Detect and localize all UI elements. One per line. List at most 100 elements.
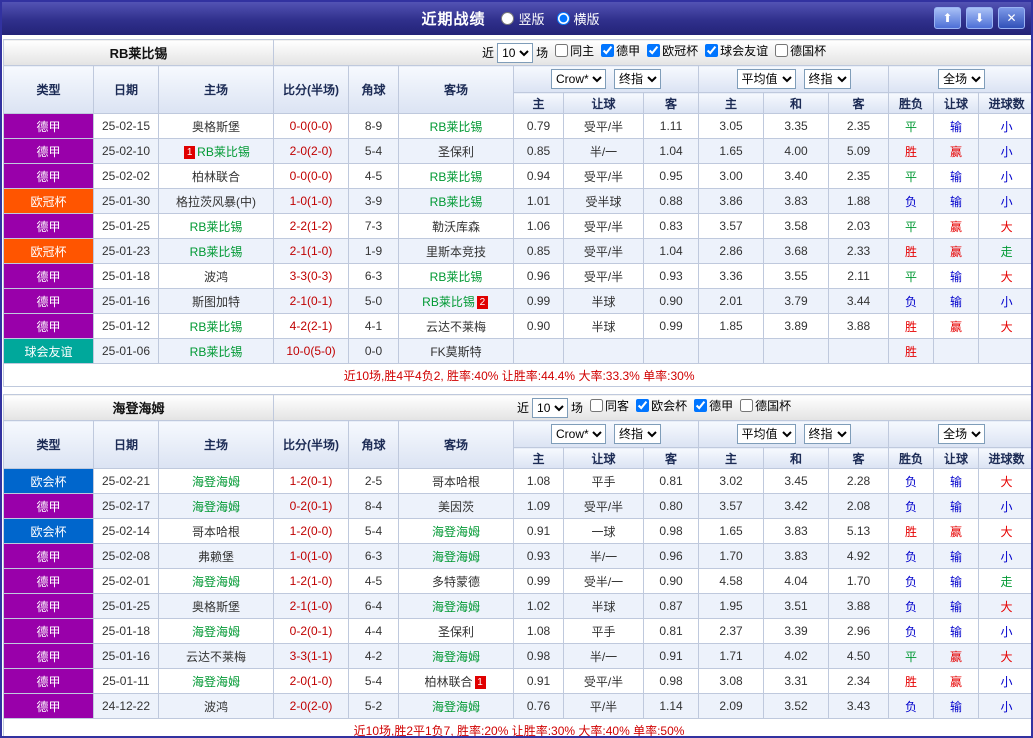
avg-home-odds: 1.70 <box>699 544 764 569</box>
filter-欧冠杯[interactable]: 欧冠杯 <box>647 42 698 59</box>
home-team: 海登海姆 <box>159 569 274 594</box>
handicap-home-odds: 0.91 <box>514 669 564 694</box>
filter-checkbox-德国杯[interactable] <box>740 399 753 412</box>
corners: 6-3 <box>349 544 399 569</box>
handicap-line: 一球 <box>564 519 644 544</box>
final-score: 2-0(2-0) <box>274 139 349 164</box>
match-date: 25-02-10 <box>94 139 159 164</box>
match-count-select[interactable]: 10 <box>497 43 533 63</box>
scroll-down-button[interactable]: ⬇ <box>966 7 993 29</box>
filter-checkbox-同主[interactable] <box>555 44 568 57</box>
avg-draw-odds: 3.83 <box>764 544 829 569</box>
layout-horizontal-option[interactable]: 横版 <box>557 9 600 28</box>
handicap-line: 半球 <box>564 289 644 314</box>
corners: 4-5 <box>349 164 399 189</box>
filter-欧会杯[interactable]: 欧会杯 <box>636 397 687 414</box>
scope-select[interactable]: 全场 <box>938 69 985 89</box>
average-select[interactable]: 平均值 <box>737 424 796 444</box>
titlebar: 近期战绩 竖版 横版 ⬆ ⬇ ✕ <box>2 2 1031 35</box>
match-date: 25-01-12 <box>94 314 159 339</box>
team-name-text: RB莱比锡 <box>422 295 475 309</box>
layout-vertical-option[interactable]: 竖版 <box>501 9 544 28</box>
filter-checkbox-欧会杯[interactable] <box>636 399 649 412</box>
match-row: 欧会杯25-02-14哥本哈根1-2(0-0)5-4海登海姆0.91一球0.98… <box>4 519 1033 544</box>
average-stage-select[interactable]: 终指 <box>804 69 851 89</box>
home-team: RB莱比锡 <box>159 214 274 239</box>
handicap-stage-select[interactable]: 终指 <box>614 424 661 444</box>
avg-away-odds <box>829 339 889 364</box>
filter-checkbox-德甲[interactable] <box>601 44 614 57</box>
win-draw-loss-result: 平 <box>889 214 934 239</box>
filter-德国杯[interactable]: 德国杯 <box>775 42 826 59</box>
avg-draw-odds: 3.89 <box>764 314 829 339</box>
team-name-text: RB莱比锡 <box>430 270 483 284</box>
handicap-away-odds: 0.83 <box>644 214 699 239</box>
corners: 4-1 <box>349 314 399 339</box>
filter-suffix: 场 <box>536 46 548 60</box>
vertical-layout-radio[interactable] <box>501 12 514 25</box>
average-odds-group: 平均值终指 <box>699 421 889 448</box>
handicap-result: 输 <box>934 544 979 569</box>
match-row: 德甲25-01-12RB莱比锡4-2(2-1)4-1云达不莱梅0.90半球0.9… <box>4 314 1033 339</box>
win-draw-loss-result: 负 <box>889 694 934 719</box>
corners: 4-5 <box>349 569 399 594</box>
corners: 0-0 <box>349 339 399 364</box>
close-button[interactable]: ✕ <box>998 7 1025 29</box>
handicap-away-odds: 1.04 <box>644 239 699 264</box>
avg-away-odds: 2.03 <box>829 214 889 239</box>
over-under-result: 走 <box>979 239 1033 264</box>
handicap-line: 半/一 <box>564 544 644 569</box>
filter-德甲[interactable]: 德甲 <box>601 42 640 59</box>
col-hcap-home: 主 <box>514 93 564 114</box>
filter-同客[interactable]: 同客 <box>590 397 629 414</box>
filter-checkbox-德国杯[interactable] <box>775 44 788 57</box>
average-select[interactable]: 平均值 <box>737 69 796 89</box>
league-filters: 同客欧会杯德甲德国杯 <box>583 401 791 415</box>
handicap-home-odds: 1.09 <box>514 494 564 519</box>
filter-德甲[interactable]: 德甲 <box>694 397 733 414</box>
avg-draw-odds: 4.02 <box>764 644 829 669</box>
away-team: RB莱比锡 <box>399 189 514 214</box>
filter-checkbox-球会友谊[interactable] <box>705 44 718 57</box>
team-name-text: 哥本哈根 <box>432 475 480 489</box>
horizontal-layout-radio[interactable] <box>557 12 570 25</box>
filter-checkbox-欧冠杯[interactable] <box>647 44 660 57</box>
filter-checkbox-德甲[interactable] <box>694 399 707 412</box>
match-rows: 欧会杯25-02-21海登海姆1-2(0-1)2-5哥本哈根1.08平手0.81… <box>4 469 1033 719</box>
final-score: 2-1(1-0) <box>274 594 349 619</box>
scroll-up-button[interactable]: ⬆ <box>934 7 961 29</box>
match-date: 25-01-16 <box>94 644 159 669</box>
red-card-badge: 1 <box>184 146 195 159</box>
match-count-select[interactable]: 10 <box>532 398 568 418</box>
handicap-line: 受平/半 <box>564 494 644 519</box>
competition-badge: 德甲 <box>4 669 94 694</box>
home-team: 奥格斯堡 <box>159 594 274 619</box>
final-score: 1-2(0-1) <box>274 469 349 494</box>
corners: 4-4 <box>349 619 399 644</box>
corners: 8-9 <box>349 114 399 139</box>
result-scope-group: 全场 <box>889 421 1033 448</box>
col-hcap-away: 客 <box>644 93 699 114</box>
filter-checkbox-同客[interactable] <box>590 399 603 412</box>
match-date: 25-01-06 <box>94 339 159 364</box>
away-team: 勒沃库森 <box>399 214 514 239</box>
handicap-home-odds: 0.94 <box>514 164 564 189</box>
bookmaker-select[interactable]: Crow* <box>551 424 606 444</box>
filter-球会友谊[interactable]: 球会友谊 <box>705 42 768 59</box>
team-name-text: 多特蒙德 <box>432 575 480 589</box>
filter-同主[interactable]: 同主 <box>555 42 594 59</box>
scope-select[interactable]: 全场 <box>938 424 985 444</box>
handicap-result: 赢 <box>934 239 979 264</box>
bookmaker-select[interactable]: Crow* <box>551 69 606 89</box>
summary-row: 近10场,胜2平1负7, 胜率:20% 让胜率:30% 大率:40% 单率:50… <box>4 719 1033 738</box>
final-score: 1-0(1-0) <box>274 544 349 569</box>
avg-away-odds: 1.88 <box>829 189 889 214</box>
handicap-line: 平手 <box>564 619 644 644</box>
home-team: 哥本哈根 <box>159 519 274 544</box>
filter-德国杯[interactable]: 德国杯 <box>740 397 791 414</box>
handicap-stage-select[interactable]: 终指 <box>614 69 661 89</box>
home-team: 格拉茨风暴(中) <box>159 189 274 214</box>
average-stage-select[interactable]: 终指 <box>804 424 851 444</box>
over-under-result: 大 <box>979 214 1033 239</box>
team-name-text: 海登海姆 <box>192 500 240 514</box>
